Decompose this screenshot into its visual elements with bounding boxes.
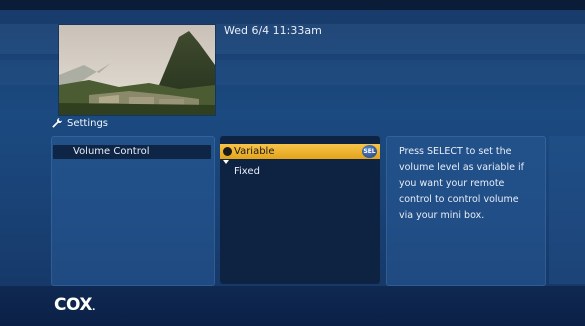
help-text: Press SELECT to set the volume level as … [399, 144, 539, 224]
date-time: Wed 6/4 11:33am [224, 24, 322, 37]
help-line: volume level as variable if [399, 162, 524, 173]
logo-dot: . [91, 303, 95, 313]
top-bar [0, 0, 585, 10]
right-edge-panel [549, 136, 585, 284]
cox-logo: COX. [54, 295, 95, 315]
menu-item-volume-control[interactable]: Volume Control [53, 145, 211, 159]
option-fixed[interactable]: Fixed [220, 164, 380, 179]
option-variable[interactable]: Variable SEL [220, 144, 380, 159]
help-line: control to control volume [399, 194, 519, 205]
wrench-icon [52, 118, 62, 128]
logo-text: COX [54, 295, 92, 315]
select-button-icon: SEL [362, 145, 377, 158]
preview-image [58, 24, 216, 116]
breadcrumb: Settings [51, 115, 108, 131]
settings-screen: Wed 6/4 11:33am Settings Volume Control … [0, 0, 585, 326]
help-line: via your mini box. [399, 210, 485, 221]
help-line: Press SELECT to set the [399, 146, 512, 157]
help-line: you want your remote [399, 178, 505, 189]
option-label: Variable [234, 146, 275, 157]
option-label: Fixed [234, 166, 260, 177]
breadcrumb-label: Settings [67, 117, 109, 129]
selected-radio-icon [223, 147, 232, 156]
